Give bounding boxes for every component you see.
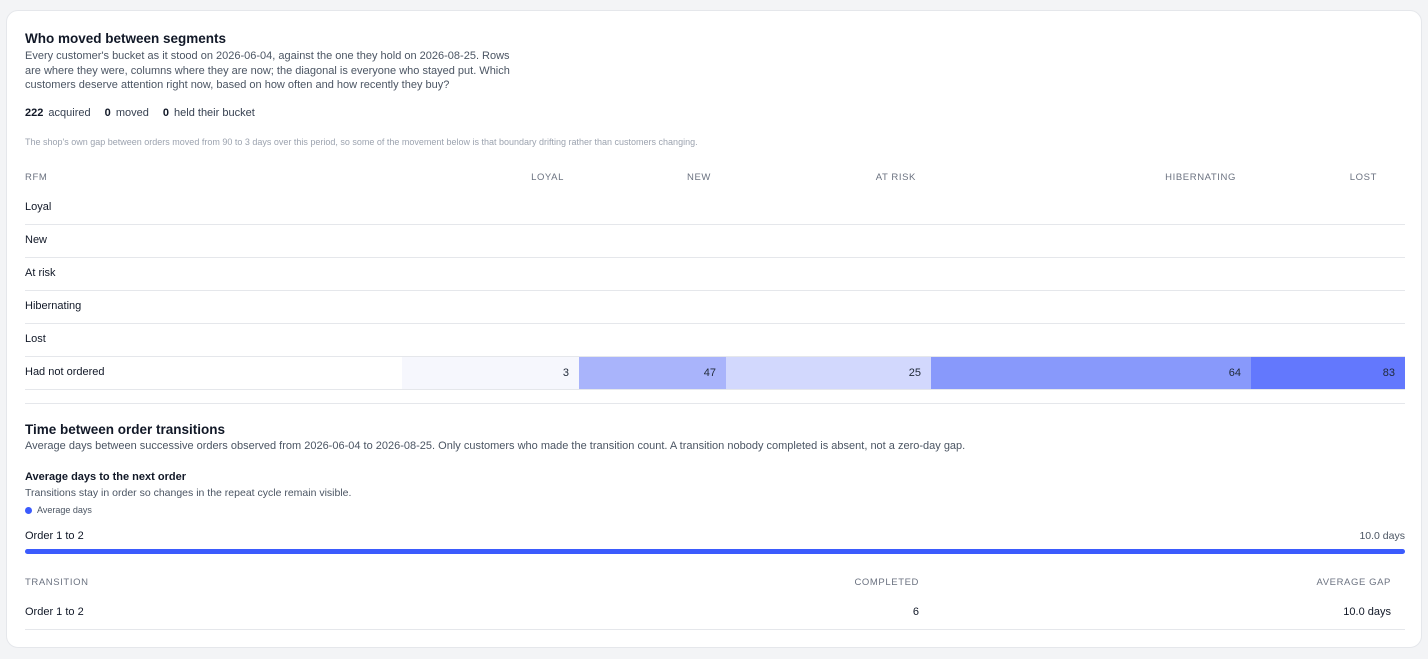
- matrix-col-loyal: LOYAL: [531, 172, 564, 183]
- matrix-row-label: Loyal: [25, 201, 52, 213]
- bar-fill: [25, 549, 1405, 554]
- matrix-row-label: Lost: [25, 333, 46, 345]
- matrix-col-new: NEW: [687, 172, 711, 183]
- segments-description: Every customer's bucket as it stood on 2…: [25, 50, 510, 91]
- matrix-row: Lost: [25, 324, 1405, 357]
- chart-legend: Average days: [25, 505, 92, 515]
- bar-track: [25, 549, 1405, 554]
- section-divider: [25, 403, 1405, 404]
- matrix-col-at-risk: AT RISK: [875, 172, 916, 183]
- stat-moved: 0 moved: [104, 107, 149, 119]
- matrix-row-label: Hibernating: [25, 300, 82, 312]
- legend-dot-icon: [25, 506, 32, 514]
- matrix-cell: 47: [579, 357, 726, 389]
- transitions-chart-subtitle: Transitions stay in order so changes in …: [25, 487, 352, 499]
- matrix-corner-label: RFM: [25, 172, 48, 183]
- stat-held: 0 held their bucket: [162, 107, 255, 119]
- col-transition: TRANSITION: [25, 577, 89, 588]
- transitions-chart-title: Average days to the next order: [25, 471, 186, 483]
- transitions-description: Average days between successive orders o…: [25, 440, 966, 452]
- segments-note: The shop's own gap between orders moved …: [25, 137, 698, 147]
- matrix-row: New: [25, 225, 1405, 258]
- matrix-row: Hibernating: [25, 291, 1405, 324]
- transitions-table: TRANSITION COMPLETED AVERAGE GAP Order 1…: [25, 571, 1405, 630]
- cell-average-gap: 10.0 days: [1343, 606, 1391, 618]
- matrix-cell: 3: [402, 357, 579, 389]
- cell-transition: Order 1 to 2: [25, 606, 84, 618]
- matrix-cell: 83: [1251, 357, 1405, 389]
- col-completed: COMPLETED: [854, 577, 919, 588]
- report-card: Who moved between segments Every custome…: [6, 10, 1422, 648]
- segment-stats: 222 acquired 0 moved 0 held their bucket: [25, 107, 255, 119]
- matrix-row: Loyal: [25, 192, 1405, 225]
- legend-label: Average days: [37, 505, 92, 515]
- matrix-cell: 64: [931, 357, 1251, 389]
- cell-completed: 6: [912, 606, 919, 618]
- matrix-row: Had not ordered 3 47 25 64 83: [25, 357, 1405, 390]
- bar-value: 10.0 days: [1359, 530, 1405, 542]
- matrix-cell: 25: [726, 357, 931, 389]
- bar-label: Order 1 to 2: [25, 530, 84, 542]
- matrix-header: RFM LOYAL NEW AT RISK HIBERNATING LOST: [25, 164, 1405, 192]
- segment-matrix: RFM LOYAL NEW AT RISK HIBERNATING LOST L…: [25, 164, 1405, 390]
- matrix-body: Loyal New At risk Hibernating Lost Had not or…: [25, 192, 1405, 390]
- table-row: Order 1 to 2 6 10.0 days: [25, 593, 1405, 630]
- matrix-col-lost: LOST: [1349, 172, 1377, 183]
- matrix-row-label: Had not ordered: [25, 366, 105, 378]
- transitions-title: Time between order transitions: [25, 422, 226, 437]
- matrix-col-hibernating: HIBERNATING: [1165, 172, 1236, 183]
- matrix-row: At risk: [25, 258, 1405, 291]
- col-average-gap: AVERAGE GAP: [1316, 577, 1391, 588]
- transitions-table-header: TRANSITION COMPLETED AVERAGE GAP: [25, 571, 1405, 593]
- stat-acquired: 222 acquired: [25, 107, 91, 119]
- segments-title: Who moved between segments: [25, 31, 227, 46]
- matrix-row-label: At risk: [25, 267, 56, 279]
- matrix-row-label: New: [25, 234, 48, 246]
